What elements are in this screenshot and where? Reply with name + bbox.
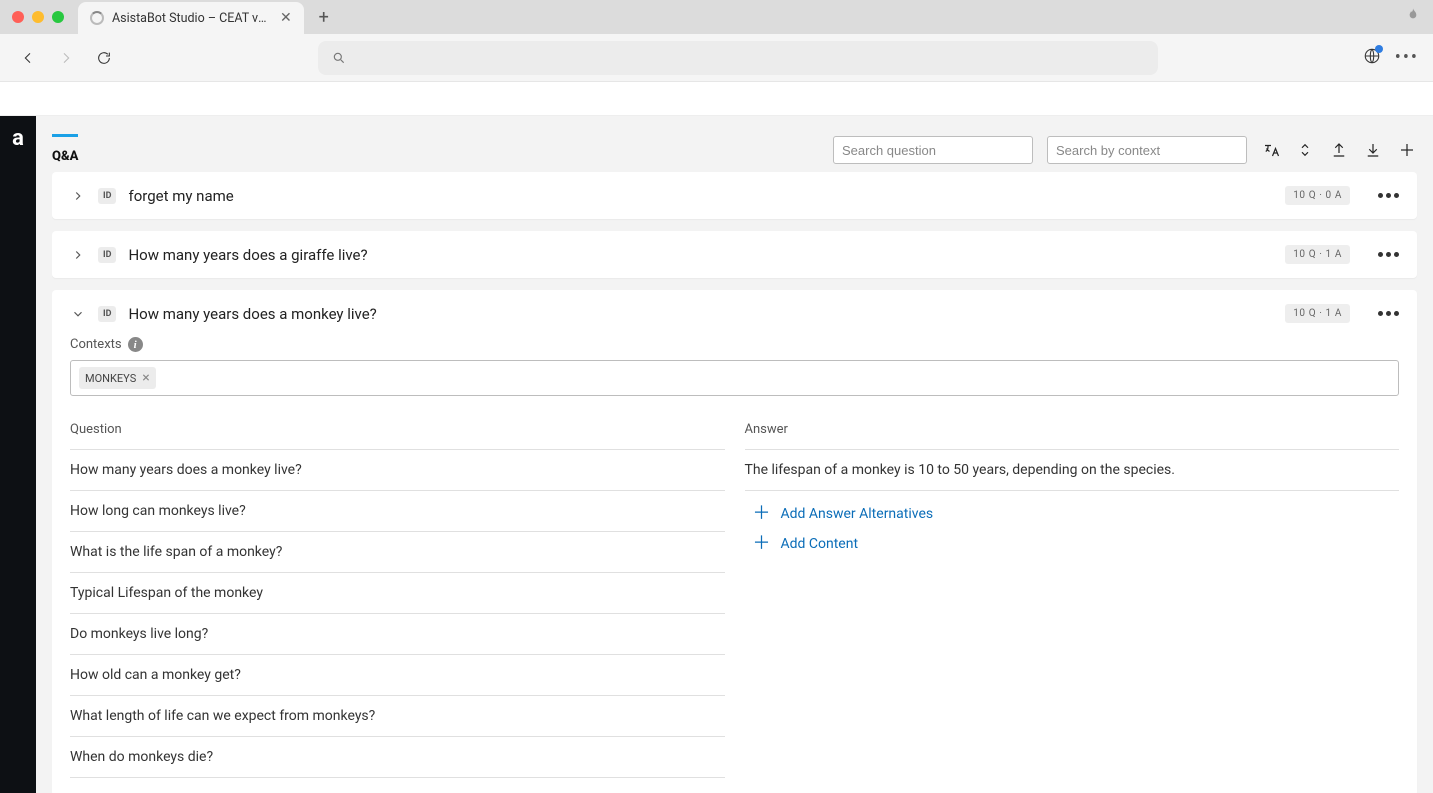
forward-button[interactable] [52,44,80,72]
close-tab-button[interactable]: ✕ [280,10,292,26]
add-content-button[interactable]: ＋Add Content [745,529,1400,559]
plus-icon: ＋ [753,535,771,553]
fire-icon[interactable] [1405,7,1421,27]
loading-favicon [90,11,104,25]
sort-icon[interactable] [1295,140,1315,160]
qa-list[interactable]: ID forget my name 10 Q · 0 A ID How many… [52,172,1427,793]
card-title: How many years does a giraffe live? [128,246,1273,264]
id-badge[interactable]: ID [98,306,116,322]
remove-context-icon[interactable]: × [142,371,149,385]
card-title: How many years does a monkey live? [128,305,1273,323]
card-title: forget my name [128,187,1273,205]
contexts-input[interactable]: MONKEYS × [70,360,1399,396]
search-question-input[interactable] [833,136,1033,164]
search-icon [332,51,346,65]
back-button[interactable] [14,44,42,72]
qa-count-badge: 10 Q · 0 A [1285,186,1350,205]
question-row[interactable]: How old can a monkey get? [70,655,725,696]
left-rail: a [0,116,36,793]
question-row[interactable]: Do monkeys live long? [70,614,725,655]
question-row[interactable]: When do monkeys die? [70,737,725,778]
notification-dot [1375,45,1383,53]
question-column-header: Question [70,414,725,450]
context-tag-label: MONKEYS [85,372,136,385]
reload-button[interactable] [90,44,118,72]
plus-icon: ＋ [753,505,771,523]
card-header[interactable]: ID How many years does a giraffe live? 1… [52,231,1417,278]
download-icon[interactable] [1363,140,1383,160]
card-menu-button[interactable] [1378,252,1399,257]
close-window-button[interactable] [12,11,24,23]
qa-count-badge: 10 Q · 1 A [1285,304,1350,323]
questions-column: Question How many years does a monkey li… [70,414,725,778]
qa-card: ID How many years does a giraffe live? 1… [52,231,1417,278]
address-bar[interactable] [318,41,1158,75]
new-tab-button[interactable]: + [310,3,338,31]
answer-column-header: Answer [745,414,1400,450]
fullscreen-window-button[interactable] [52,11,64,23]
browser-menu-button[interactable]: ••• [1395,47,1419,68]
qa-card: ID How many years does a monkey live? 10… [52,290,1417,793]
bookmark-bar-empty [0,82,1433,116]
search-context-input[interactable] [1047,136,1247,164]
extensions-globe-icon[interactable] [1363,47,1381,69]
info-icon[interactable]: i [128,337,143,352]
browser-tab[interactable]: AsistaBot Studio – CEAT vRCM ✕ [78,2,304,34]
browser-toolbar: ••• [0,34,1433,82]
card-menu-button[interactable] [1378,311,1399,316]
window-controls [12,11,64,23]
contexts-label: Contexts i [70,337,1399,352]
question-row[interactable]: How long can monkeys live? [70,491,725,532]
tab-title: AsistaBot Studio – CEAT vRCM [112,11,272,26]
tab-header-row: Q&A [52,134,1417,164]
browser-tab-bar: AsistaBot Studio – CEAT vRCM ✕ + [0,0,1433,34]
chevron-right-icon[interactable] [70,188,86,204]
context-tag[interactable]: MONKEYS × [79,367,156,389]
question-row[interactable]: Typical Lifespan of the monkey [70,573,725,614]
question-row[interactable]: What length of life can we expect from m… [70,696,725,737]
card-body: Contexts i MONKEYS × Question How many ye… [52,337,1417,793]
card-header[interactable]: ID forget my name 10 Q · 0 A [52,172,1417,219]
translate-icon[interactable] [1261,140,1281,160]
qa-card: ID forget my name 10 Q · 0 A [52,172,1417,219]
chevron-down-icon[interactable] [70,306,86,322]
answers-column: Answer The lifespan of a monkey is 10 to… [745,414,1400,778]
minimize-window-button[interactable] [32,11,44,23]
app-logo[interactable]: a [12,126,24,151]
id-badge[interactable]: ID [98,247,116,263]
answer-row[interactable]: The lifespan of a monkey is 10 to 50 yea… [745,450,1400,491]
main-panel: Q&A [36,116,1433,793]
id-badge[interactable]: ID [98,188,116,204]
add-answer-alternatives-button[interactable]: ＋Add Answer Alternatives [745,491,1400,529]
question-row[interactable]: What is the life span of a monkey? [70,532,725,573]
qa-count-badge: 10 Q · 1 A [1285,245,1350,264]
app-container: a Q&A [0,116,1433,793]
question-row[interactable]: How many years does a monkey live? [70,450,725,491]
chevron-right-icon[interactable] [70,247,86,263]
card-header[interactable]: ID How many years does a monkey live? 10… [52,290,1417,337]
add-button[interactable] [1397,140,1417,160]
tab-qa[interactable]: Q&A [52,134,78,164]
upload-icon[interactable] [1329,140,1349,160]
card-menu-button[interactable] [1378,193,1399,198]
